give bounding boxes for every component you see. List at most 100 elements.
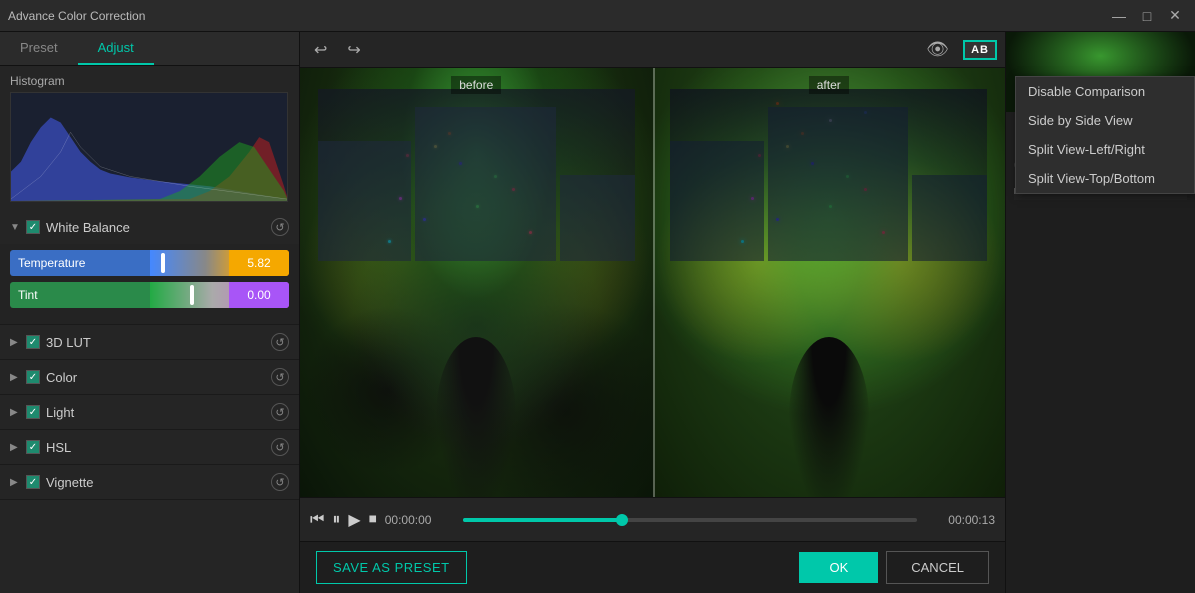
light-title: Light (46, 405, 265, 420)
color-title: Color (46, 370, 265, 385)
bottom-bar: SAVE AS PRESET OK CANCEL (300, 541, 1005, 593)
titlebar: Advance Color Correction — □ ✕ (0, 0, 1195, 32)
hsl-title: HSL (46, 440, 265, 455)
chevron-right-icon: ▶ (10, 337, 20, 347)
maximize-button[interactable]: □ (1135, 6, 1159, 26)
progress-thumb (616, 514, 628, 526)
temperature-slider[interactable]: Temperature 5.82 (10, 250, 289, 276)
hsl-header[interactable]: ▶ HSL ↺ (0, 430, 299, 464)
vignette-header[interactable]: ▶ Vignette ↺ (0, 465, 299, 499)
tint-label-bg: Tint (10, 282, 150, 308)
white-balance-reset-button[interactable]: ↺ (271, 218, 289, 236)
histogram-label: Histogram (10, 74, 289, 88)
light-header[interactable]: ▶ Light ↺ (0, 395, 299, 429)
chevron-right-icon: ▶ (10, 407, 20, 417)
tab-adjust[interactable]: Adjust (78, 32, 154, 65)
tint-label: Tint (18, 288, 38, 302)
color-reset-button[interactable]: ↺ (271, 368, 289, 386)
center-panel: ↩ ↪ 👁 AB before (300, 32, 1005, 593)
color-section: ▶ Color ↺ (0, 360, 299, 395)
histogram-svg (11, 93, 287, 201)
minimize-button[interactable]: — (1107, 6, 1131, 26)
video-area: before (300, 68, 1005, 497)
progress-fill (463, 518, 622, 522)
after-silhouette (789, 337, 869, 497)
white-balance-checkbox[interactable] (26, 220, 40, 234)
histogram-canvas (10, 92, 288, 202)
white-balance-header[interactable]: ▼ White Balance ↺ (0, 210, 299, 244)
vignette-reset-button[interactable]: ↺ (271, 473, 289, 491)
cancel-button[interactable]: CANCEL (886, 551, 989, 584)
color-checkbox[interactable] (26, 370, 40, 384)
3d-lut-section: ▶ 3D LUT ↺ (0, 325, 299, 360)
playback-bar: ⏮ ⏸ ▶ ⏹ 00:00:00 00:00:13 (300, 497, 1005, 541)
ab-comparison-button[interactable]: AB (963, 40, 997, 60)
buildings-after (670, 89, 987, 261)
undo-button[interactable]: ↩ (308, 36, 333, 64)
split-top-bottom-item[interactable]: Split View-Top/Bottom (1016, 164, 1194, 193)
white-balance-section: ▼ White Balance ↺ Temperature 5.82 (0, 210, 299, 325)
3d-lut-title: 3D LUT (46, 335, 265, 350)
main-container: Preset Adjust Histogram (0, 32, 1195, 593)
tint-slider[interactable]: Tint 0.00 (10, 282, 289, 308)
histogram-section: Histogram (0, 66, 299, 210)
hsl-section: ▶ HSL ↺ (0, 430, 299, 465)
temperature-label-bg: Temperature (10, 250, 150, 276)
progress-bar[interactable] (463, 518, 917, 522)
window-controls: — □ ✕ (1107, 6, 1187, 26)
window-title: Advance Color Correction (8, 9, 1107, 23)
tint-slider-row: Tint 0.00 (10, 282, 289, 308)
figure-silhouette (436, 337, 516, 497)
temperature-slider-row: Temperature 5.82 (10, 250, 289, 276)
temperature-value[interactable]: 5.82 (229, 250, 289, 276)
vignette-checkbox[interactable] (26, 475, 40, 489)
3d-lut-checkbox[interactable] (26, 335, 40, 349)
chevron-down-icon: ▼ (10, 222, 20, 232)
hsl-checkbox[interactable] (26, 440, 40, 454)
redo-button[interactable]: ↪ (341, 36, 366, 64)
ok-button[interactable]: OK (799, 552, 878, 583)
time-end: 00:00:13 (925, 513, 995, 527)
left-panel: Preset Adjust Histogram (0, 32, 300, 593)
toolbar: ↩ ↪ 👁 AB (300, 32, 1005, 68)
chevron-right-icon: ▶ (10, 442, 20, 452)
split-left-right-item[interactable]: Split View-Left/Right (1016, 135, 1194, 164)
vignette-section: ▶ Vignette ↺ (0, 465, 299, 500)
close-button[interactable]: ✕ (1163, 6, 1187, 26)
3d-lut-header[interactable]: ▶ 3D LUT ↺ (0, 325, 299, 359)
save-as-preset-button[interactable]: SAVE AS PRESET (316, 551, 467, 584)
after-label: after (809, 76, 849, 94)
video-after: after (653, 68, 1006, 497)
light-reset-button[interactable]: ↺ (271, 403, 289, 421)
tint-thumb (190, 285, 194, 305)
temperature-thumb (161, 253, 165, 273)
split-divider (653, 68, 655, 497)
temperature-label: Temperature (18, 256, 85, 270)
side-by-side-item[interactable]: Side by Side View (1016, 106, 1194, 135)
vignette-title: Vignette (46, 475, 265, 490)
after-image (653, 68, 1006, 497)
eye-button[interactable]: 👁 (920, 35, 955, 64)
3d-lut-reset-button[interactable]: ↺ (271, 333, 289, 351)
light-section: ▶ Light ↺ (0, 395, 299, 430)
buildings-before (318, 89, 635, 261)
dropdown-menu: Disable Comparison Side by Side View Spl… (1015, 76, 1195, 194)
skip-back-button[interactable]: ⏮ (310, 511, 324, 529)
right-panel: Disable Comparison Side by Side View Spl… (1005, 32, 1195, 593)
white-balance-content: Temperature 5.82 Tint (0, 244, 299, 324)
play-pause-button[interactable]: ⏸ (332, 511, 340, 529)
light-checkbox[interactable] (26, 405, 40, 419)
before-label: before (451, 76, 501, 94)
play-button[interactable]: ▶ (348, 510, 360, 530)
stop-button[interactable]: ⏹ (369, 511, 377, 529)
chevron-right-icon: ▶ (10, 477, 20, 487)
tint-value[interactable]: 0.00 (229, 282, 289, 308)
white-balance-title: White Balance (46, 220, 265, 235)
color-header[interactable]: ▶ Color ↺ (0, 360, 299, 394)
time-current: 00:00:00 (385, 513, 455, 527)
tabs: Preset Adjust (0, 32, 299, 66)
tab-preset[interactable]: Preset (0, 32, 78, 65)
chevron-right-icon: ▶ (10, 372, 20, 382)
hsl-reset-button[interactable]: ↺ (271, 438, 289, 456)
disable-comparison-item[interactable]: Disable Comparison (1016, 77, 1194, 106)
